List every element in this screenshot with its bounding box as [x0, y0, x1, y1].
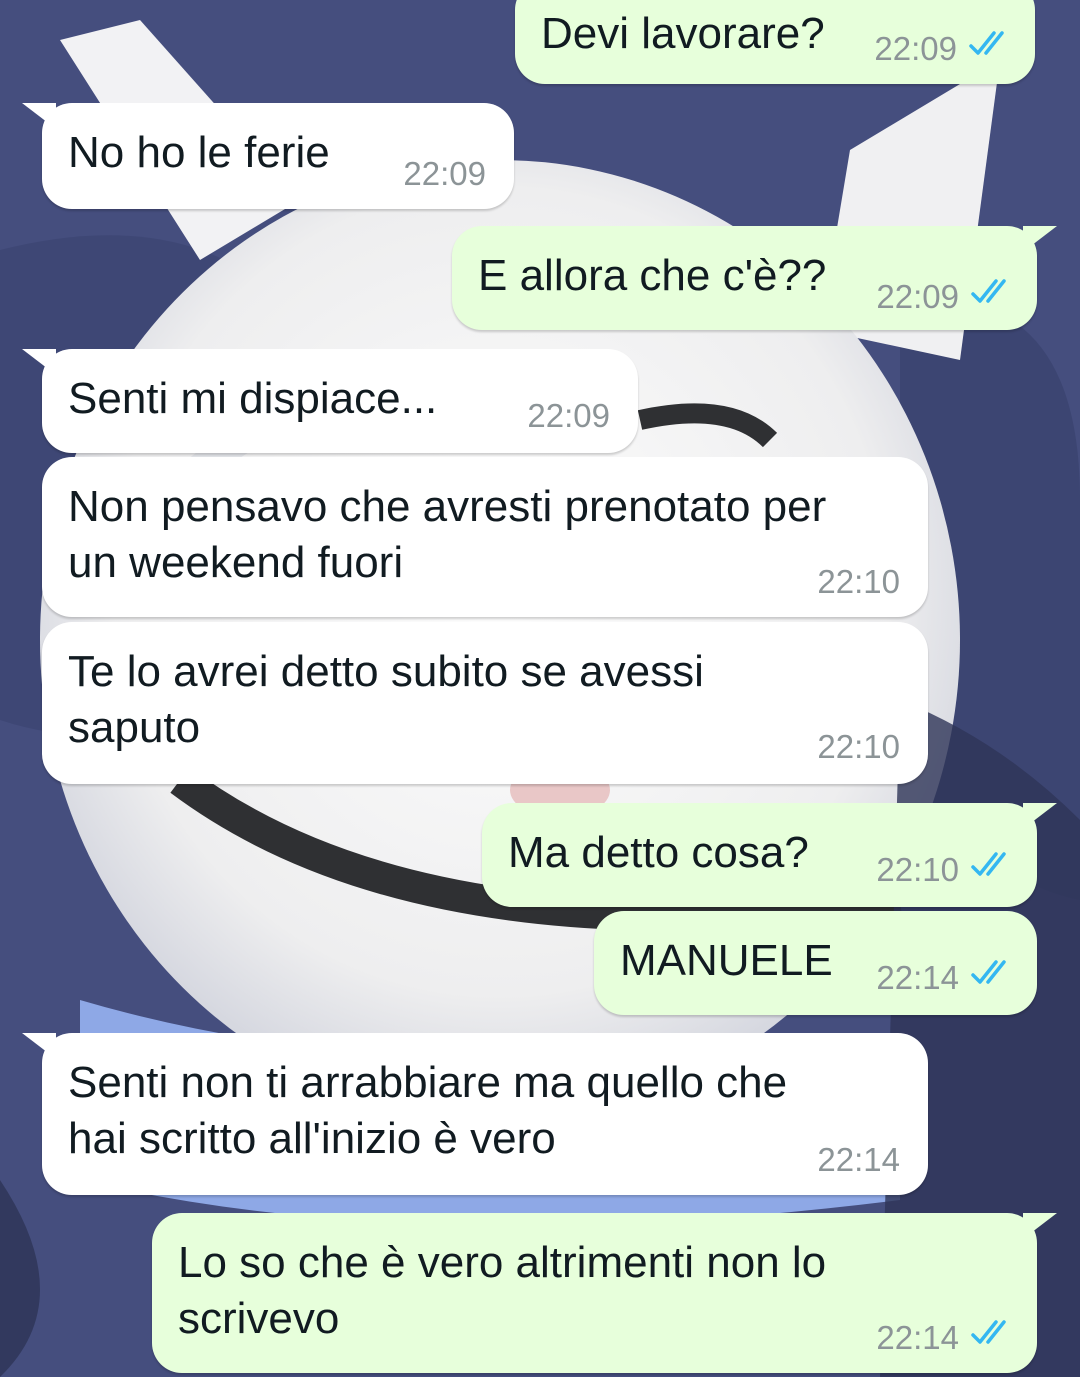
bubble-tail — [22, 1033, 56, 1059]
bubble-tail — [1023, 803, 1057, 829]
message-bubble-incoming[interactable]: Te lo avrei detto subito se avessi saput… — [42, 622, 928, 784]
message-text: Lo so che è vero altrimenti non lo scriv… — [178, 1238, 827, 1343]
double-check-icon — [971, 960, 1006, 984]
message-text: Ma detto cosa? — [508, 828, 809, 877]
message-time: 22:14 — [876, 1319, 959, 1356]
message-time: 22:10 — [817, 563, 900, 600]
message-time: 22:09 — [527, 397, 610, 434]
message-text: E allora che c'è?? — [478, 251, 827, 300]
message-bubble-incoming[interactable]: Senti mi dispiace... 22:09 — [22, 349, 638, 453]
bubble-tail — [22, 349, 56, 375]
message-time: 22:14 — [876, 959, 959, 996]
message-text: Devi lavorare? — [541, 9, 825, 58]
message-bubble-incoming[interactable]: Non pensavo che avresti prenotato per un… — [42, 457, 928, 617]
message-time: 22:09 — [876, 278, 959, 315]
message-time: 22:10 — [876, 851, 959, 888]
bubble-tail — [1023, 1213, 1057, 1239]
double-check-icon — [971, 279, 1006, 303]
message-text: Non pensavo che avresti prenotato per un… — [68, 482, 827, 587]
message-bubble-outgoing[interactable]: Ma detto cosa? 22:10 — [482, 803, 1057, 907]
message-time: 22:09 — [403, 155, 486, 192]
message-time: 22:14 — [817, 1141, 900, 1178]
message-bubble-incoming[interactable]: No ho le ferie 22:09 — [22, 103, 514, 209]
message-time: 22:10 — [817, 728, 900, 765]
double-check-icon — [969, 31, 1004, 55]
message-list[interactable]: Devi lavorare? 22:09 No ho le ferie 22:0… — [0, 0, 1080, 1377]
bubble-tail — [1021, 0, 1055, 6]
message-bubble-outgoing[interactable]: Devi lavorare? 22:09 — [515, 0, 1055, 84]
message-time: 22:09 — [874, 30, 957, 67]
message-text: Senti non ti arrabbiare ma quello che ha… — [68, 1058, 788, 1163]
double-check-icon — [971, 1320, 1006, 1344]
message-bubble-incoming[interactable]: Senti non ti arrabbiare ma quello che ha… — [22, 1033, 928, 1195]
message-text: No ho le ferie — [68, 128, 330, 177]
message-bubble-outgoing[interactable]: MANUELE 22:14 — [594, 911, 1037, 1015]
message-text: Senti mi dispiace... — [68, 374, 438, 423]
bubble-tail — [1023, 226, 1057, 252]
message-bubble-outgoing[interactable]: E allora che c'è?? 22:09 — [452, 226, 1057, 330]
message-text: Te lo avrei detto subito se avessi saput… — [68, 647, 704, 752]
bubble-tail — [22, 103, 56, 129]
message-bubble-outgoing[interactable]: Lo so che è vero altrimenti non lo scriv… — [152, 1213, 1057, 1373]
message-text: MANUELE — [620, 936, 833, 985]
double-check-icon — [971, 852, 1006, 876]
